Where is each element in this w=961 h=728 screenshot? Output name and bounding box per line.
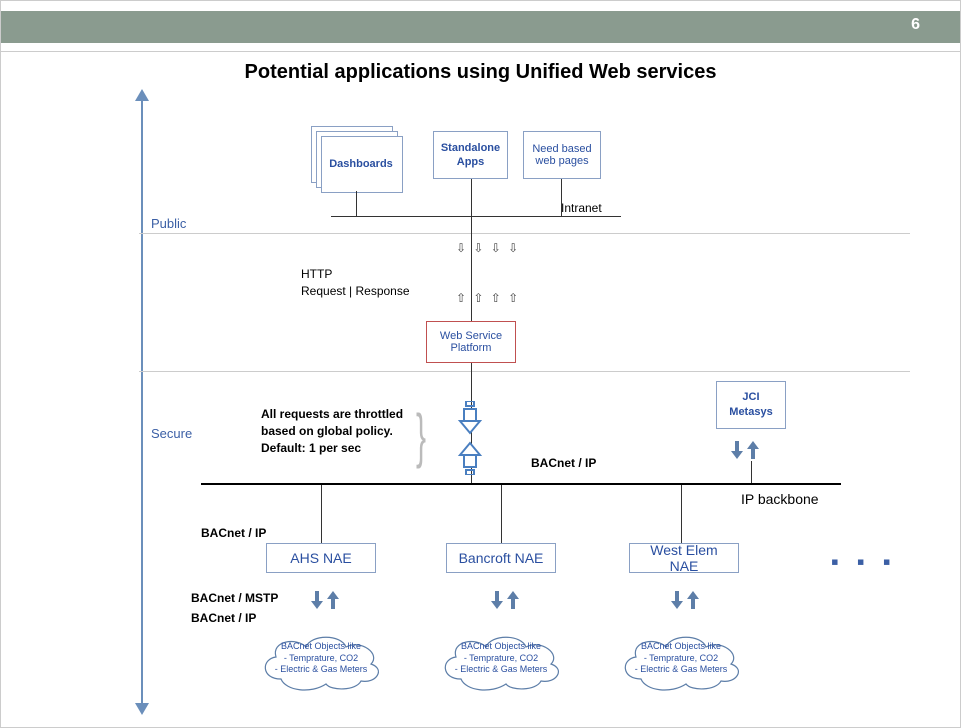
connector-line: [321, 485, 322, 543]
slide: 6 Potential applications using Unified W…: [0, 0, 961, 728]
nae-arrows-icon: [671, 591, 699, 609]
connector-line: [356, 191, 357, 216]
ellipsis-icon: ▪ ▪ ▪: [831, 549, 897, 575]
bacnet-objects-cloud: BACnet Objects like - Temprature, CO2 - …: [611, 629, 751, 697]
page-title: Potential applications using Unified Web…: [1, 61, 960, 84]
cloud-text: BACnet Objects like - Temprature, CO2 - …: [621, 641, 741, 676]
west-elem-nae-box: West Elem NAE: [629, 543, 739, 573]
connector-line: [561, 179, 562, 216]
cloud-text: BACnet Objects like - Temprature, CO2 - …: [441, 641, 561, 676]
need-based-box: Need based web pages: [523, 131, 601, 179]
header-bar: [1, 11, 960, 43]
connector-line: [681, 485, 682, 543]
http-label: HTTP Request | Response: [301, 266, 410, 300]
vertical-axis-line: [141, 96, 143, 707]
throttle-note: All requests are throttled based on glob…: [261, 406, 421, 456]
cloud-line3: - Electric & Gas Meters: [441, 664, 561, 676]
cloud-text: BACnet Objects like - Temprature, CO2 - …: [261, 641, 381, 676]
bacnet-ip-label: BACnet / IP: [201, 526, 266, 540]
jci-metasys-box: JCI Metasys: [716, 381, 786, 429]
bacnet-mstp-label: BACnet / MSTP: [191, 591, 278, 605]
divider: [139, 233, 910, 234]
connector-line: [751, 461, 752, 483]
bancroft-nae-box: Bancroft NAE: [446, 543, 556, 573]
cloud-line2: - Temprature, CO2: [261, 653, 381, 665]
web-service-platform-box: Web Service Platform: [426, 321, 516, 363]
bacnet-ip-label: BACnet / IP: [191, 611, 256, 625]
nae-arrows-icon: [491, 591, 519, 609]
cloud-line1: BACnet Objects like: [621, 641, 741, 653]
data-down-arrow-icon: [456, 401, 484, 440]
bacnet-objects-cloud: BACnet Objects like - Temprature, CO2 - …: [431, 629, 571, 697]
standalone-apps-box: Standalone Apps: [433, 131, 508, 179]
connector-line: [501, 485, 502, 543]
intranet-label: Intranet: [561, 201, 602, 215]
ahs-nae-box: AHS NAE: [266, 543, 376, 573]
cloud-line2: - Temprature, CO2: [621, 653, 741, 665]
cloud-line1: BACnet Objects like: [441, 641, 561, 653]
ip-backbone-line: [201, 483, 841, 485]
arrow-up-icon: [135, 89, 149, 101]
divider: [139, 371, 910, 372]
cloud-line2: - Temprature, CO2: [441, 653, 561, 665]
nae-arrows-icon: [311, 591, 339, 609]
page-number: 6: [911, 16, 920, 34]
http-arrows-down-icon: ⇩ ⇩ ⇩ ⇩: [456, 241, 520, 255]
secure-label: Secure: [151, 426, 192, 441]
cloud-line1: BACnet Objects like: [261, 641, 381, 653]
dashboards-label: Dashboards: [321, 136, 401, 191]
ip-backbone-label: IP backbone: [741, 491, 819, 507]
data-up-arrow-icon: [456, 441, 484, 480]
arrow-down-icon: [135, 703, 149, 715]
public-label: Public: [151, 216, 186, 231]
http-arrows-up-icon: ⇧ ⇧ ⇧ ⇧: [456, 291, 520, 305]
cloud-line3: - Electric & Gas Meters: [261, 664, 381, 676]
divider: [1, 51, 960, 52]
intranet-bus-line: [331, 216, 621, 217]
connector-line: [471, 266, 472, 321]
connector-line: [471, 179, 472, 216]
cloud-line3: - Electric & Gas Meters: [621, 664, 741, 676]
bacnet-ip-label: BACnet / IP: [531, 456, 596, 470]
jci-arrows-icon: [731, 441, 759, 459]
bacnet-objects-cloud: BACnet Objects like - Temprature, CO2 - …: [251, 629, 391, 697]
